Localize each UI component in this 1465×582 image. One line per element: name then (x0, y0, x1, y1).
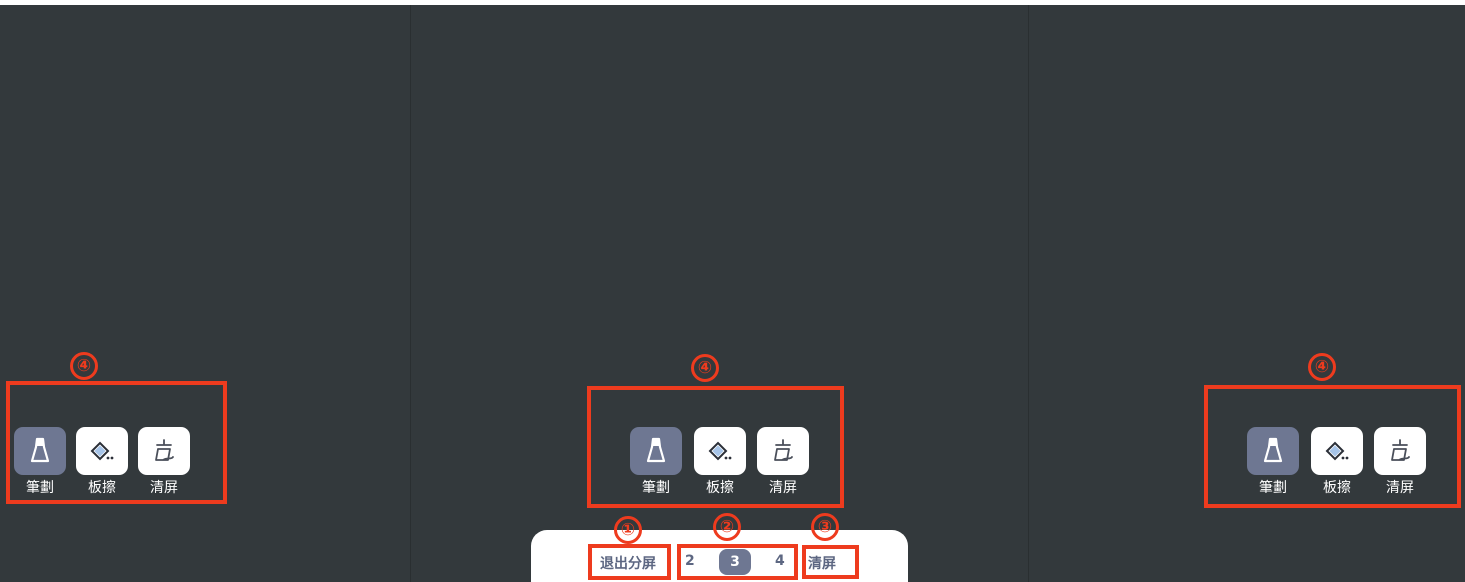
eraser-icon (708, 441, 732, 461)
eraser-tool-label: 板擦 (706, 480, 734, 496)
pen-tool-label: 筆劃 (26, 480, 54, 496)
annotation-box-pager (677, 544, 798, 580)
eraser-tool-label: 板擦 (88, 480, 116, 496)
annotation-marker-4: ④ (70, 352, 98, 380)
marker-pen-icon (646, 437, 666, 463)
clear-screen-tool-button[interactable]: 清屏 (138, 427, 190, 496)
eraser-tool-button[interactable]: 板擦 (76, 427, 128, 496)
annotation-marker-1: ① (614, 516, 642, 544)
clear-screen-tool-button[interactable]: 清屏 (757, 427, 809, 496)
clear-screen-tool-button[interactable]: 清屏 (1374, 427, 1426, 496)
pen-tool-button[interactable]: 筆劃 (1247, 427, 1299, 496)
marker-pen-icon (1263, 437, 1283, 463)
annotation-marker-2: ② (713, 513, 741, 541)
eraser-tool-button[interactable]: 板擦 (694, 427, 746, 496)
clear-screen-icon (155, 439, 174, 461)
clear-screen-tool-label: 清屏 (150, 480, 178, 496)
clear-screen-icon (1391, 439, 1410, 461)
pen-tool-button[interactable]: 筆劃 (630, 427, 682, 496)
marker-pen-icon (30, 437, 50, 463)
annotation-marker-4: ④ (691, 354, 719, 382)
eraser-icon (1325, 441, 1349, 461)
annotation-box-exit (588, 544, 671, 580)
eraser-icon (90, 441, 114, 461)
pen-tool-button[interactable]: 筆劃 (14, 427, 66, 496)
clear-screen-tool-label: 清屏 (769, 480, 797, 496)
pen-tool-label: 筆劃 (642, 480, 670, 496)
clear-screen-tool-label: 清屏 (1386, 480, 1414, 496)
annotation-marker-4: ④ (1308, 353, 1336, 381)
pen-tool-label: 筆劃 (1259, 480, 1287, 496)
eraser-tool-button[interactable]: 板擦 (1311, 427, 1363, 496)
annotation-marker-3: ③ (811, 513, 839, 541)
clear-screen-icon (774, 439, 793, 461)
eraser-tool-label: 板擦 (1323, 480, 1351, 496)
annotation-box-clear (802, 545, 859, 579)
